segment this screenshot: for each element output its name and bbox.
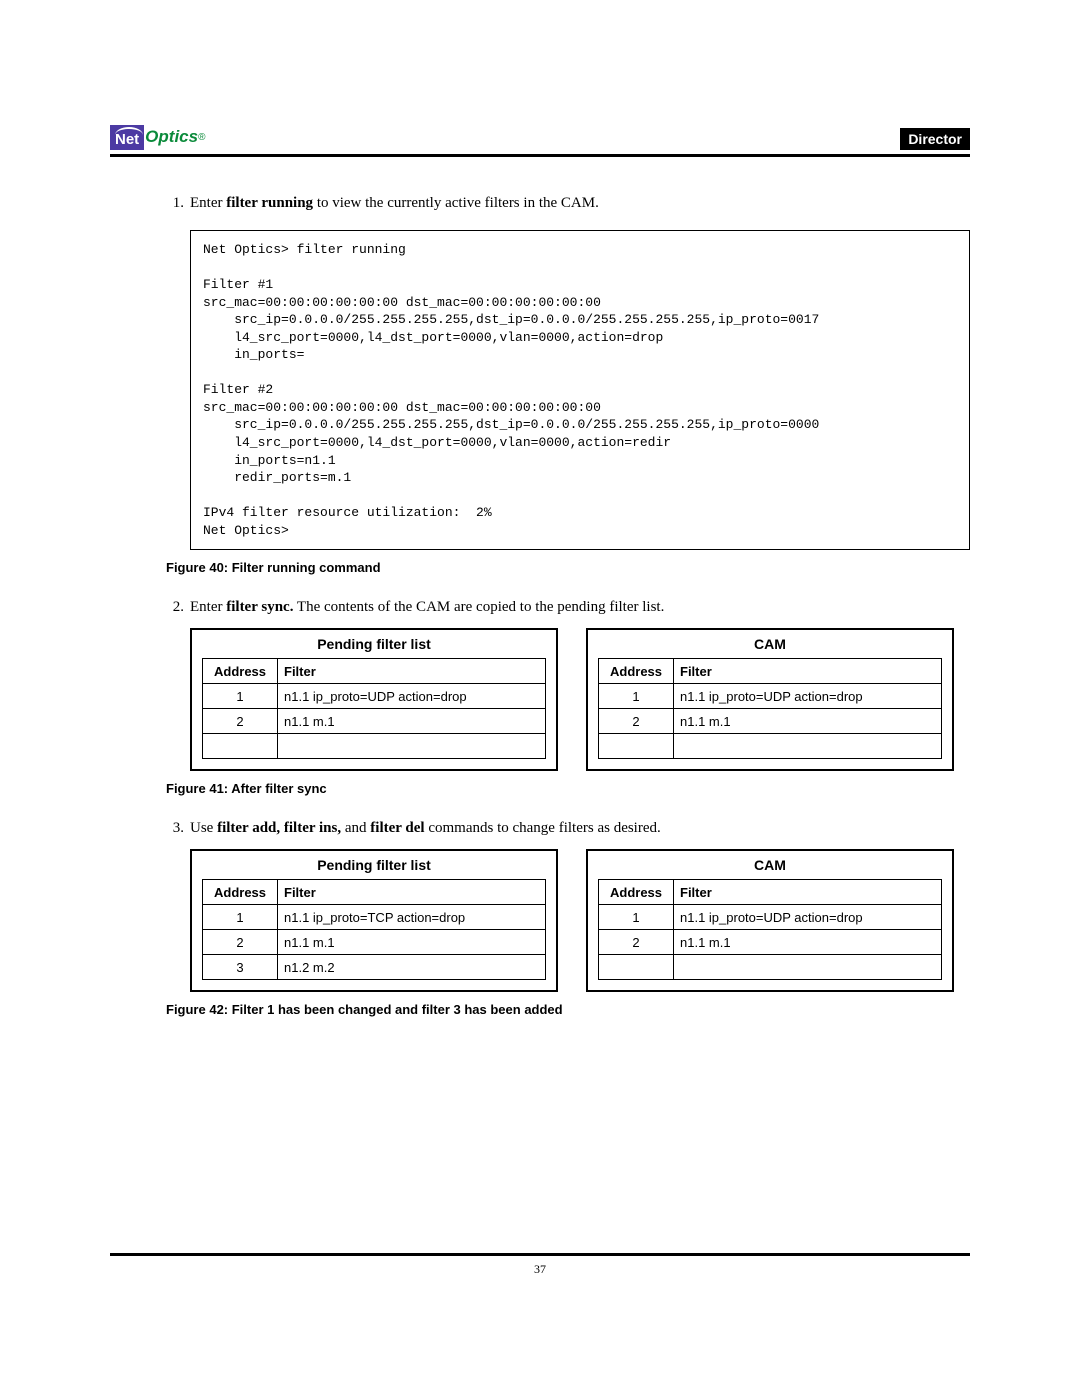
cell-filter: n1.1 m.1	[674, 930, 942, 955]
cell-addr: 2	[203, 930, 278, 955]
step-3-number: 3.	[166, 820, 184, 837]
step-2-bold: filter sync.	[226, 599, 293, 615]
cell-addr: 1	[599, 905, 674, 930]
step-3-text: Use filter add, filter ins, and filter d…	[190, 820, 970, 837]
table-pending-42-grid: Address Filter 1n1.1 ip_proto=TCP action…	[202, 879, 546, 980]
table-row: 2n1.1 m.1	[203, 930, 546, 955]
table-cam-41-grid: Address Filter 1n1.1 ip_proto=UDP action…	[598, 658, 942, 759]
table-row: 1n1.1 ip_proto=UDP action=drop	[599, 905, 942, 930]
table-pending-42: Pending filter list Address Filter 1n1.1…	[190, 849, 558, 992]
cell-addr: 2	[599, 930, 674, 955]
step-2-text: Enter filter sync. The contents of the C…	[190, 599, 970, 616]
figure-41-caption: Figure 41: After filter sync	[166, 781, 970, 796]
table-row	[203, 734, 546, 759]
th-address: Address	[599, 659, 674, 684]
th-filter: Filter	[278, 659, 546, 684]
step-3-pre: Use	[190, 820, 217, 836]
cell-filter: n1.1 ip_proto=TCP action=drop	[278, 905, 546, 930]
table-row: 2n1.1 m.1	[599, 709, 942, 734]
table-row	[599, 734, 942, 759]
logo-registered: ®	[198, 132, 205, 143]
table-pending-41-title: Pending filter list	[202, 634, 546, 658]
th-address: Address	[203, 880, 278, 905]
tables-fig42: Pending filter list Address Filter 1n1.1…	[190, 849, 970, 992]
code-output: Net Optics> filter running Filter #1 src…	[190, 230, 970, 550]
table-row: 2n1.1 m.1	[599, 930, 942, 955]
step-3-bold: filter add, filter ins,	[217, 820, 341, 836]
step-1-pre: Enter	[190, 195, 226, 211]
step-1-text: Enter filter running to view the current…	[190, 195, 970, 212]
page-header: Net Optics ® Director	[110, 120, 970, 157]
cell-filter	[674, 734, 942, 759]
step-2-pre: Enter	[190, 599, 226, 615]
figure-40-caption: Figure 40: Filter running command	[166, 560, 970, 575]
cell-filter: n1.1 ip_proto=UDP action=drop	[674, 905, 942, 930]
cell-addr: 1	[203, 905, 278, 930]
step-3-post: commands to change filters as desired.	[425, 820, 661, 836]
cell-filter: n1.2 m.2	[278, 955, 546, 980]
step-3-mid: and	[341, 820, 370, 836]
cell-addr: 1	[203, 684, 278, 709]
page-number: 37	[534, 1262, 546, 1276]
table-row	[599, 955, 942, 980]
step-2-post: The contents of the CAM are copied to th…	[293, 599, 664, 615]
table-pending-41: Pending filter list Address Filter 1n1.1…	[190, 628, 558, 771]
cell-filter	[278, 734, 546, 759]
body-content: 1. Enter filter running to view the curr…	[110, 195, 970, 1017]
table-cam-42-title: CAM	[598, 855, 942, 879]
th-filter: Filter	[674, 880, 942, 905]
step-1-post: to view the currently active filters in …	[313, 195, 599, 211]
step-1: 1. Enter filter running to view the curr…	[166, 195, 970, 212]
page: Net Optics ® Director 1. Enter filter ru…	[0, 0, 1080, 1397]
step-3-bold2: filter del	[370, 820, 424, 836]
table-pending-42-title: Pending filter list	[202, 855, 546, 879]
step-3: 3. Use filter add, filter ins, and filte…	[166, 820, 970, 837]
step-2: 2. Enter filter sync. The contents of th…	[166, 599, 970, 616]
table-pending-41-grid: Address Filter 1n1.1 ip_proto=UDP action…	[202, 658, 546, 759]
table-cam-41-title: CAM	[598, 634, 942, 658]
th-filter: Filter	[278, 880, 546, 905]
cell-filter: n1.1 ip_proto=UDP action=drop	[278, 684, 546, 709]
page-footer: 37	[110, 1253, 970, 1277]
cell-addr: 2	[599, 709, 674, 734]
header-badge: Director	[900, 128, 970, 150]
table-row: 1n1.1 ip_proto=UDP action=drop	[203, 684, 546, 709]
cell-filter: n1.1 m.1	[278, 930, 546, 955]
table-cam-41: CAM Address Filter 1n1.1 ip_proto=UDP ac…	[586, 628, 954, 771]
table-row: 2n1.1 m.1	[203, 709, 546, 734]
cell-addr: 1	[599, 684, 674, 709]
table-row: 1n1.1 ip_proto=UDP action=drop	[599, 684, 942, 709]
table-row: 3n1.2 m.2	[203, 955, 546, 980]
figure-42-caption: Figure 42: Filter 1 has been changed and…	[166, 1002, 970, 1017]
step-1-bold: filter running	[226, 195, 313, 211]
logo-optics: Optics	[145, 127, 198, 147]
step-2-number: 2.	[166, 599, 184, 616]
th-address: Address	[599, 880, 674, 905]
cell-filter: n1.1 ip_proto=UDP action=drop	[674, 684, 942, 709]
th-address: Address	[203, 659, 278, 684]
cell-addr	[599, 734, 674, 759]
cell-addr: 2	[203, 709, 278, 734]
cell-addr: 3	[203, 955, 278, 980]
cell-addr	[203, 734, 278, 759]
table-row: 1n1.1 ip_proto=TCP action=drop	[203, 905, 546, 930]
logo-net: Net	[110, 125, 144, 150]
th-filter: Filter	[674, 659, 942, 684]
cell-filter	[674, 955, 942, 980]
cell-addr	[599, 955, 674, 980]
table-cam-42-grid: Address Filter 1n1.1 ip_proto=UDP action…	[598, 879, 942, 980]
table-cam-42: CAM Address Filter 1n1.1 ip_proto=UDP ac…	[586, 849, 954, 992]
brand-logo: Net Optics ®	[110, 124, 205, 150]
cell-filter: n1.1 m.1	[674, 709, 942, 734]
cell-filter: n1.1 m.1	[278, 709, 546, 734]
step-1-number: 1.	[166, 195, 184, 212]
tables-fig41: Pending filter list Address Filter 1n1.1…	[190, 628, 970, 771]
